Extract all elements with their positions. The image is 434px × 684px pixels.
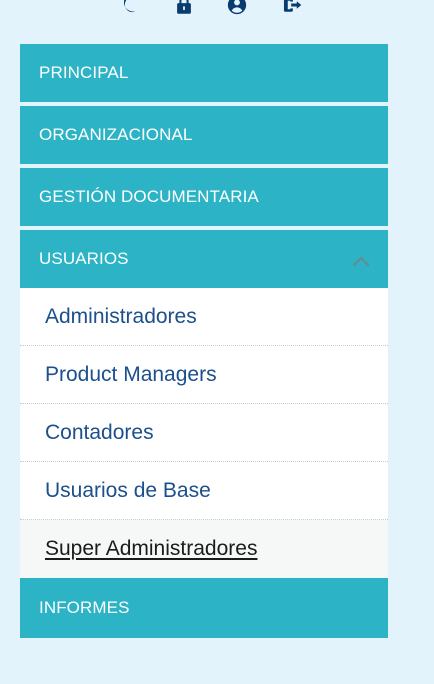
submenu-item-administradores[interactable]: Administradores (20, 288, 388, 346)
submenu-item-label: Product Managers (45, 362, 217, 386)
nav-item-gestion-documentaria[interactable]: GESTIÓN DOCUMENTARIA (20, 168, 388, 226)
submenu-item-label: Usuarios de Base (45, 478, 211, 502)
nav-item-principal[interactable]: PRINCIPAL (20, 44, 388, 102)
nav-item-usuarios[interactable]: USUARIOS (20, 230, 388, 288)
lock-icon[interactable] (173, 0, 195, 16)
nav-item-label: ORGANIZACIONAL (39, 125, 193, 144)
nav-item-label: GESTIÓN DOCUMENTARIA (39, 187, 259, 206)
main-nav: PRINCIPAL ORGANIZACIONAL GESTIÓN DOCUMEN… (20, 44, 388, 642)
submenu-item-label: Contadores (45, 420, 154, 444)
nav-item-label: PRINCIPAL (39, 63, 129, 82)
logout-icon[interactable] (281, 0, 303, 16)
submenu-item-label: Super Administradores (45, 537, 258, 560)
moon-icon[interactable] (118, 0, 140, 16)
usuarios-submenu: Administradores Product Managers Contado… (20, 288, 388, 578)
nav-item-informes[interactable]: INFORMES (20, 578, 388, 638)
user-circle-icon[interactable] (226, 0, 248, 16)
submenu-item-product-managers[interactable]: Product Managers (20, 346, 388, 404)
top-toolbar (0, 0, 434, 20)
nav-item-label: INFORMES (39, 598, 130, 617)
submenu-item-label: Administradores (45, 304, 197, 328)
submenu-item-super-administradores[interactable]: Super Administradores (20, 520, 388, 578)
chevron-up-icon[interactable] (352, 252, 370, 267)
nav-item-label: USUARIOS (39, 249, 129, 268)
nav-item-organizacional[interactable]: ORGANIZACIONAL (20, 106, 388, 164)
submenu-item-usuarios-de-base[interactable]: Usuarios de Base (20, 462, 388, 520)
submenu-item-contadores[interactable]: Contadores (20, 404, 388, 462)
